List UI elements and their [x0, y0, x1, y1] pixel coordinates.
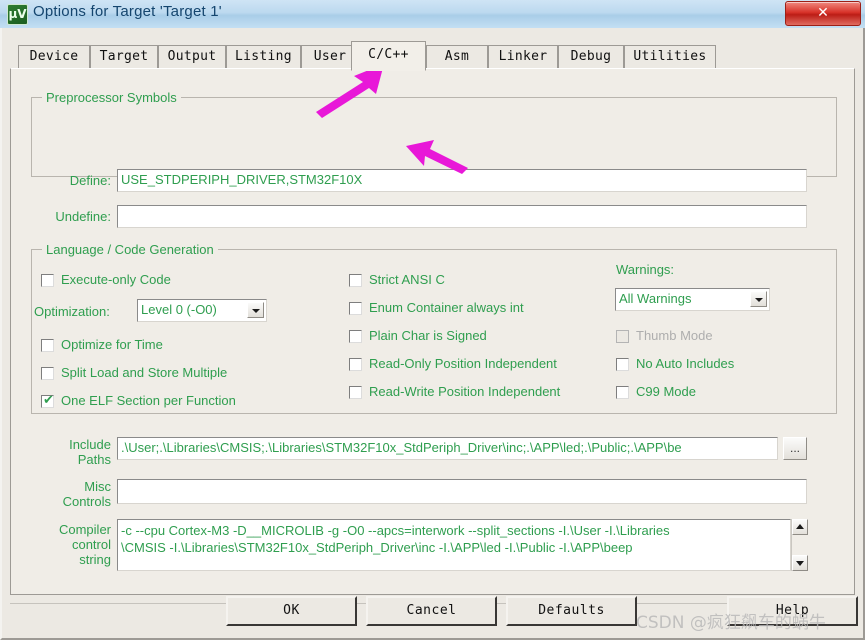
tab-c-cpp[interactable]: C/C++ [351, 41, 426, 71]
tab-linker[interactable]: Linker [488, 45, 558, 69]
checkbox-label: Execute-only Code [61, 272, 171, 287]
warnings-label: Warnings: [616, 262, 674, 277]
checkbox-box [41, 367, 54, 380]
include-paths-label-line2: Paths [36, 452, 111, 467]
warnings-select[interactable]: All Warnings [615, 288, 770, 311]
compiler-control-string[interactable]: -c --cpu Cortex-M3 -D__MICROLIB -g -O0 -… [117, 519, 791, 571]
close-icon[interactable]: ✕ [785, 1, 861, 26]
checkbox-box [349, 358, 362, 371]
csdn-watermark: CSDN @疯狂飙车的蜗牛 [636, 608, 826, 633]
checkbox-box [349, 386, 362, 399]
defaults-button[interactable]: Defaults [506, 596, 637, 626]
c-cpp-tab-page: Preprocessor Symbols Define: USE_STDPERI… [10, 68, 855, 595]
tab-utilities[interactable]: Utilities [624, 45, 716, 69]
ok-button[interactable]: OK [226, 596, 357, 626]
misc-controls-label-line1: Misc [36, 479, 111, 494]
tab-listing[interactable]: Listing [226, 45, 301, 69]
define-input[interactable]: USE_STDPERIPH_DRIVER,STM32F10X [117, 169, 807, 192]
checkbox-label: Read-Write Position Independent [369, 384, 560, 399]
undefine-label: Undefine: [41, 209, 111, 224]
checkbox-box [349, 302, 362, 315]
include-paths-label-line1: Include [36, 437, 111, 452]
checkbox-box [41, 274, 54, 287]
checkbox-label: Read-Only Position Independent [369, 356, 557, 371]
tab-debug[interactable]: Debug [558, 45, 624, 69]
undefine-input[interactable] [117, 205, 807, 228]
checkbox-box [41, 339, 54, 352]
checkbox-label: Plain Char is Signed [369, 328, 487, 343]
misc-controls-input[interactable] [117, 479, 807, 504]
language-group-title: Language / Code Generation [42, 242, 218, 257]
chevron-down-icon[interactable] [750, 291, 767, 307]
warnings-value: All Warnings [619, 291, 691, 306]
compiler-control-scrollbar[interactable] [791, 519, 807, 571]
checkbox-label: Strict ANSI C [369, 272, 445, 287]
checkbox-label: Enum Container always int [369, 300, 524, 315]
checkbox-label: Optimize for Time [61, 337, 163, 352]
preprocessor-symbols-group: Preprocessor Symbols [31, 97, 837, 177]
checkbox-label: No Auto Includes [636, 356, 734, 371]
checkbox-box [349, 274, 362, 287]
optimization-value: Level 0 (-O0) [141, 302, 217, 317]
dialog-body: Device Target Output Listing User C/C++ … [0, 28, 865, 640]
cancel-button[interactable]: Cancel [366, 596, 497, 626]
compiler-control-label-line2: control [31, 537, 111, 552]
checkbox-box: ✔ [41, 395, 54, 408]
check-icon: ✔ [43, 393, 54, 408]
optimization-label: Optimization: [34, 304, 110, 319]
checkbox-box [616, 358, 629, 371]
title-bar: µV Options for Target 'Target 1' ✕ [0, 0, 865, 29]
checkbox-label: Split Load and Store Multiple [61, 365, 227, 380]
chevron-down-icon[interactable] [247, 302, 264, 318]
options-dialog-window: µV Options for Target 'Target 1' ✕ Devic… [0, 0, 865, 640]
optimization-select[interactable]: Level 0 (-O0) [137, 299, 267, 322]
compiler-control-label-line1: Compiler [31, 522, 111, 537]
tab-target[interactable]: Target [90, 45, 158, 69]
scroll-down-icon[interactable] [792, 555, 808, 571]
window-title: Options for Target 'Target 1' [33, 3, 222, 20]
tab-asm[interactable]: Asm [426, 45, 488, 69]
checkbox-label: C99 Mode [636, 384, 696, 399]
checkbox-box [616, 330, 629, 343]
checkbox-label: One ELF Section per Function [61, 393, 236, 408]
misc-controls-label-line2: Controls [36, 494, 111, 509]
define-label: Define: [51, 173, 111, 188]
tab-output[interactable]: Output [158, 45, 226, 69]
keil-uvision-icon: µV [7, 4, 28, 25]
include-paths-browse-button[interactable]: ... [783, 437, 807, 460]
include-paths-input[interactable]: .\User;.\Libraries\CMSIS;.\Libraries\STM… [117, 437, 778, 460]
tab-device[interactable]: Device [18, 45, 90, 69]
checkbox-box [616, 386, 629, 399]
tab-strip: Device Target Output Listing User C/C++ … [10, 41, 855, 69]
preprocessor-group-title: Preprocessor Symbols [42, 90, 181, 105]
scroll-up-icon[interactable] [792, 519, 808, 535]
compiler-control-label-line3: string [31, 552, 111, 567]
checkbox-box [349, 330, 362, 343]
checkbox-label: Thumb Mode [636, 328, 713, 343]
